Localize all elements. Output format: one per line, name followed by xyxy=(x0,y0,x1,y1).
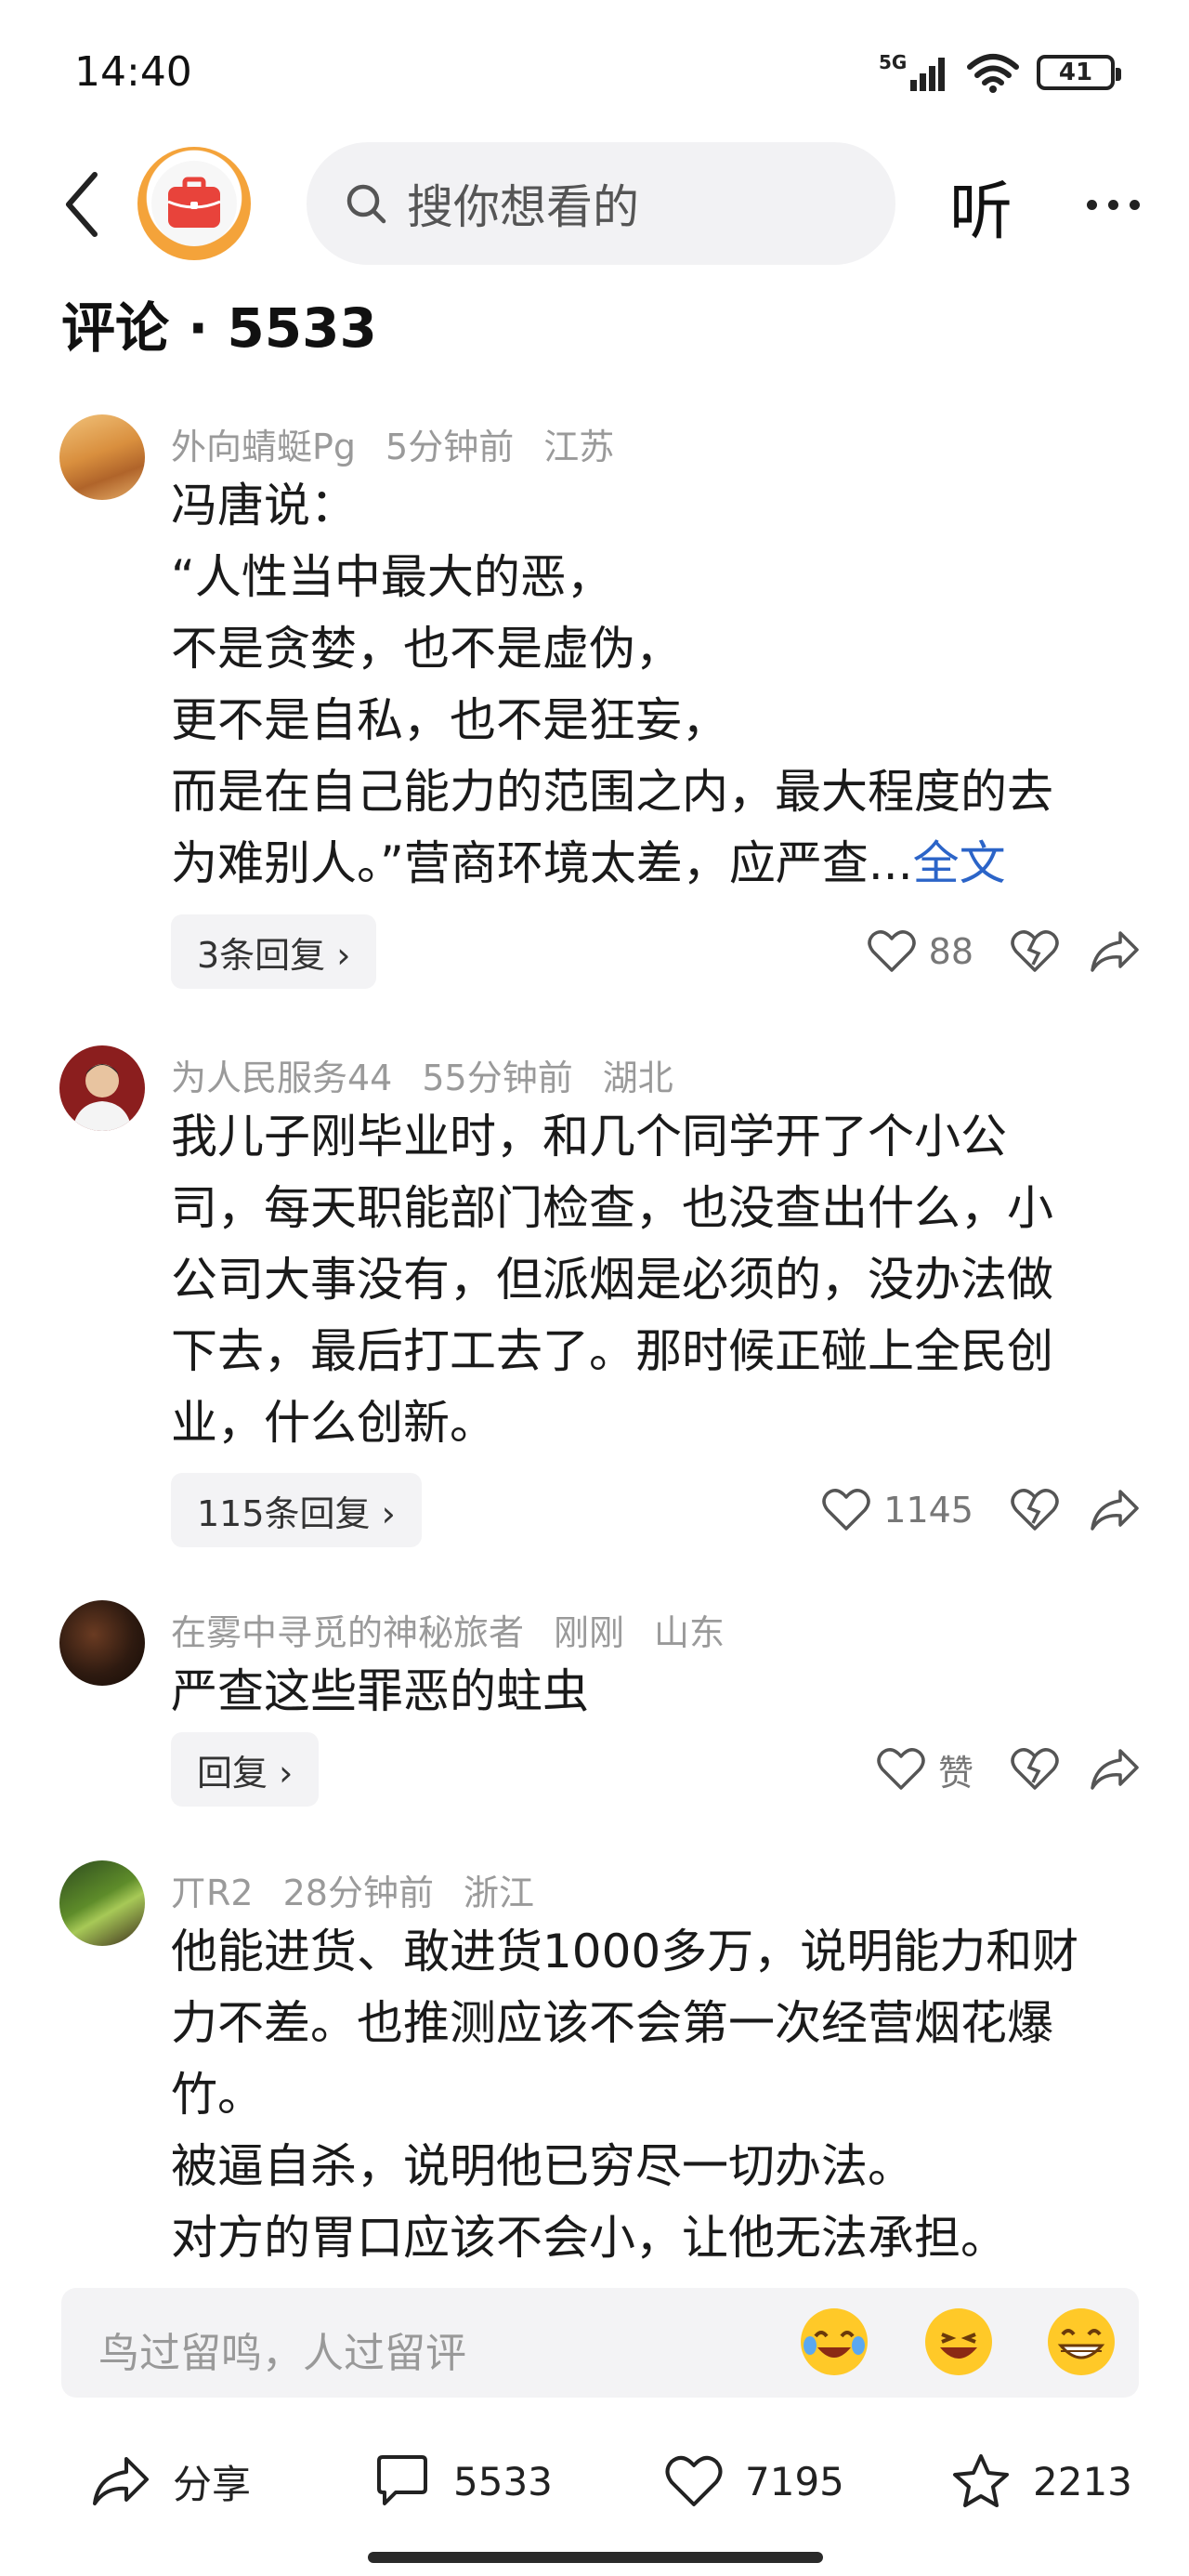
favorites-count: 2213 xyxy=(1033,2458,1132,2504)
more-options-button[interactable] xyxy=(1068,175,1157,234)
more-dot xyxy=(1086,199,1097,210)
share-label: 分享 xyxy=(173,2461,252,2507)
like-button[interactable]: 88 xyxy=(867,914,973,989)
comment-time: 28分钟前 xyxy=(282,1873,434,1913)
broken-heart-icon[interactable] xyxy=(1011,1745,1059,1794)
comment-actions: 赞 xyxy=(669,1732,1189,1807)
comment-region: 湖北 xyxy=(602,1058,673,1098)
avatar[interactable] xyxy=(59,1045,145,1131)
battery-level: 41 xyxy=(1058,59,1093,86)
comment-region: 江苏 xyxy=(543,427,615,467)
status-icons: 5G 41 xyxy=(879,52,1121,93)
comment-meta: 在雾中寻觅的神秘旅者 刚刚 山东 xyxy=(171,1604,754,1655)
comments-count: 5533 xyxy=(453,2458,553,2504)
comment-time: 刚刚 xyxy=(554,1612,625,1653)
comment-item: 在雾中寻觅的神秘旅者 刚刚 山东 严查这些罪恶的蛀虫 回复 › 赞 xyxy=(0,1600,1189,1823)
comments-heading: 评论 · 5533 xyxy=(61,296,377,360)
heart-icon xyxy=(822,1489,871,1531)
laugh-cry-emoji-icon[interactable] xyxy=(801,2308,868,2375)
comment-region: 浙江 xyxy=(463,1873,534,1913)
share-icon xyxy=(93,2457,149,2505)
avatar[interactable] xyxy=(59,1600,145,1686)
person-photo-icon xyxy=(72,1064,132,1131)
comment-username[interactable]: 在雾中寻觅的神秘旅者 xyxy=(171,1612,524,1653)
comment-text: 他能进货、敢进货1000多万，说明能力和财 力不差。也推测应该不会第一次经营烟花… xyxy=(171,1925,1079,2265)
grin-emoji-face xyxy=(927,2310,990,2373)
share-icon[interactable] xyxy=(1089,927,1141,976)
comment-username[interactable]: 为人民服务44 xyxy=(171,1058,392,1098)
home-indicator[interactable] xyxy=(368,2552,823,2563)
big-smile-emoji-face xyxy=(1050,2310,1113,2373)
comment-actions: 88 xyxy=(669,914,1189,989)
comment-meta: 丌R2 28分钟前 浙江 xyxy=(171,1864,564,1915)
heart-icon xyxy=(877,1748,925,1790)
laugh-cry-emoji-face xyxy=(803,2310,866,2373)
listen-button[interactable]: 听 xyxy=(949,160,1013,252)
like-article-button[interactable]: 7195 xyxy=(665,2448,844,2515)
comment-input-placeholder: 鸟过留鸣，人过留评 xyxy=(98,2330,466,2377)
like-count: 88 xyxy=(928,931,973,972)
like-label: 赞 xyxy=(937,1752,973,1794)
comment-actions: 1145 xyxy=(669,1473,1189,1547)
comment-meta: 为人民服务44 55分钟前 湖北 xyxy=(171,1049,703,1100)
broken-heart-icon[interactable] xyxy=(1011,1486,1059,1534)
chevron-left-icon xyxy=(66,172,98,237)
like-button[interactable]: 赞 xyxy=(877,1732,973,1807)
share-icon[interactable] xyxy=(1089,1745,1141,1794)
like-button[interactable]: 1145 xyxy=(822,1473,973,1547)
heart-icon xyxy=(665,2455,723,2506)
comment-item: 外向蜻蜓Pg 5分钟前 江苏 冯唐说： “人性当中最大的恶， 不是贪婪，也不是虚伪，… xyxy=(0,414,1189,1009)
comments-button[interactable]: 5533 xyxy=(373,2448,553,2515)
big-smile-emoji-icon[interactable] xyxy=(1048,2308,1115,2375)
comment-bubble-icon xyxy=(377,2455,427,2505)
star-icon xyxy=(953,2454,1009,2507)
avatar[interactable] xyxy=(59,414,145,500)
app-logo[interactable] xyxy=(137,147,251,260)
wifi-icon xyxy=(967,54,1019,93)
replies-button[interactable]: 3条回复 › xyxy=(171,914,377,989)
svg-text:5G: 5G xyxy=(879,52,907,73)
favorite-button[interactable]: 2213 xyxy=(951,2448,1132,2515)
replies-button[interactable]: 115条回复 › xyxy=(171,1473,422,1547)
search-icon xyxy=(346,184,386,224)
reply-button[interactable]: 回复 › xyxy=(171,1732,320,1807)
comment-item: 为人民服务44 55分钟前 湖北 我儿子刚毕业时，和几个同学开了个小公 司，每天职能… xyxy=(0,1045,1189,1566)
full-text-link[interactable]: 全文 xyxy=(913,836,1006,890)
comment-text: 我儿子刚毕业时，和几个同学开了个小公 司，每天职能部门检查，也没查出什么，小 公… xyxy=(171,1110,1053,1450)
bottom-toolbar: 分享 5533 7195 2213 xyxy=(0,2425,1189,2537)
comment-time: 5分钟前 xyxy=(385,427,515,467)
search-input[interactable]: 搜你想看的 xyxy=(307,142,895,265)
share-button[interactable]: 分享 xyxy=(91,2448,251,2515)
comment-text: 严查这些罪恶的蛀虫 xyxy=(171,1664,589,1718)
comment-username[interactable]: 丌R2 xyxy=(171,1873,254,1913)
comment-text-content: 冯唐说： “人性当中最大的恶， 不是贪婪，也不是虚伪， 更不是自私，也不是狂妄，… xyxy=(171,479,1053,890)
comment-text: 冯唐说： “人性当中最大的恶， 不是贪婪，也不是虚伪， 更不是自私，也不是狂妄，… xyxy=(171,470,1137,900)
comment-item: 丌R2 28分钟前 浙江 他能进货、敢进货1000多万，说明能力和财 力不差。也推测… xyxy=(0,1860,1189,2269)
likes-count: 7195 xyxy=(745,2458,844,2504)
comment-username[interactable]: 外向蜻蜓Pg xyxy=(171,427,356,467)
heart-icon xyxy=(867,930,916,972)
search-placeholder: 搜你想看的 xyxy=(407,180,639,234)
comment-input[interactable]: 鸟过留鸣，人过留评 xyxy=(61,2288,1139,2398)
comment-region: 山东 xyxy=(654,1612,725,1653)
briefcase-logo-icon xyxy=(167,177,221,228)
back-button[interactable] xyxy=(45,158,119,251)
avatar[interactable] xyxy=(59,1860,145,1946)
cellular-signal-icon: 5G xyxy=(879,52,945,91)
top-nav: 搜你想看的 听 xyxy=(0,139,1189,269)
battery-icon: 41 xyxy=(1037,55,1121,90)
broken-heart-icon[interactable] xyxy=(1011,927,1059,976)
like-count: 1145 xyxy=(883,1490,973,1531)
share-icon[interactable] xyxy=(1089,1486,1141,1534)
more-dot xyxy=(1107,199,1118,210)
status-bar: 14:40 5G 41 xyxy=(0,0,1189,139)
status-time: 14:40 xyxy=(74,48,192,96)
comment-time: 55分钟前 xyxy=(422,1058,573,1098)
comment-meta: 外向蜻蜓Pg 5分钟前 江苏 xyxy=(171,418,644,469)
grin-emoji-icon[interactable] xyxy=(925,2308,992,2375)
more-dot xyxy=(1129,199,1140,210)
